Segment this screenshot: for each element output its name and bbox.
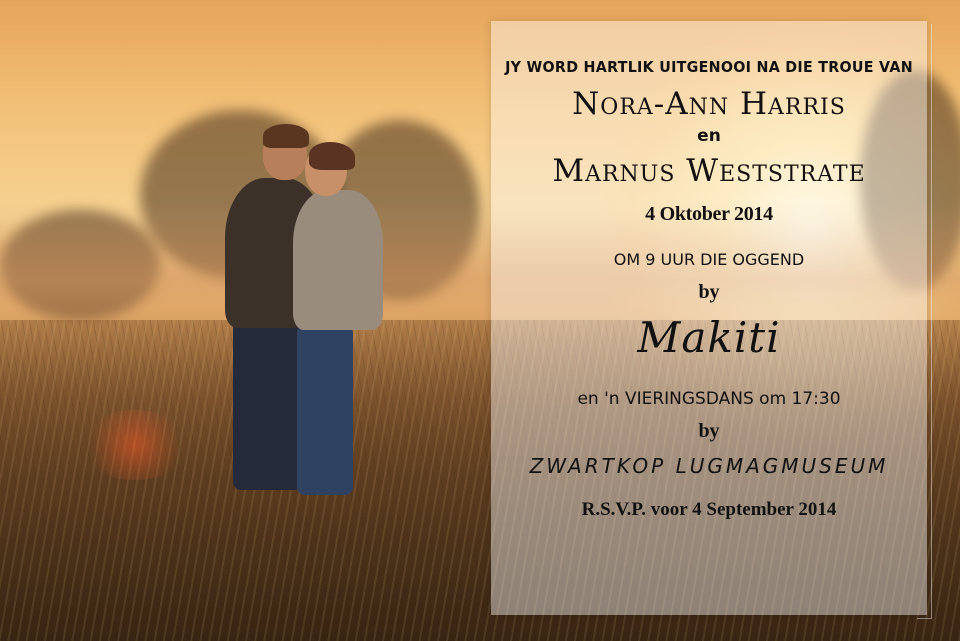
woman-hair (309, 142, 355, 170)
wedding-date: 4 Oktober 2014 (645, 203, 773, 225)
woman-jacket (293, 190, 383, 330)
lens-flare (80, 410, 190, 480)
reception-venue: ZWARTKOP LUGMAGMUSEUM (529, 454, 889, 478)
woman-legs (297, 325, 353, 495)
bride-name: Nora-Ann Harris (572, 86, 846, 122)
by-label: by (698, 420, 720, 442)
ceremony-venue: Makiti (637, 313, 781, 362)
conjunction: en (697, 126, 721, 146)
man-hair (263, 124, 309, 148)
by-label: by (698, 281, 720, 303)
man-legs (233, 320, 303, 490)
invitation-intro: JY WORD HARTLIK UITGENOOI NA DIE TROUE V… (505, 58, 913, 76)
celebration-dance: en 'n VIERINGSDANS om 17:30 (577, 389, 841, 409)
groom-name: Marnus Weststrate (552, 153, 866, 189)
ceremony-time: OM 9 UUR DIE OGGEND (613, 250, 805, 269)
rsvp-deadline: R.S.V.P. voor 4 September 2014 (581, 499, 837, 520)
couple (205, 120, 395, 510)
